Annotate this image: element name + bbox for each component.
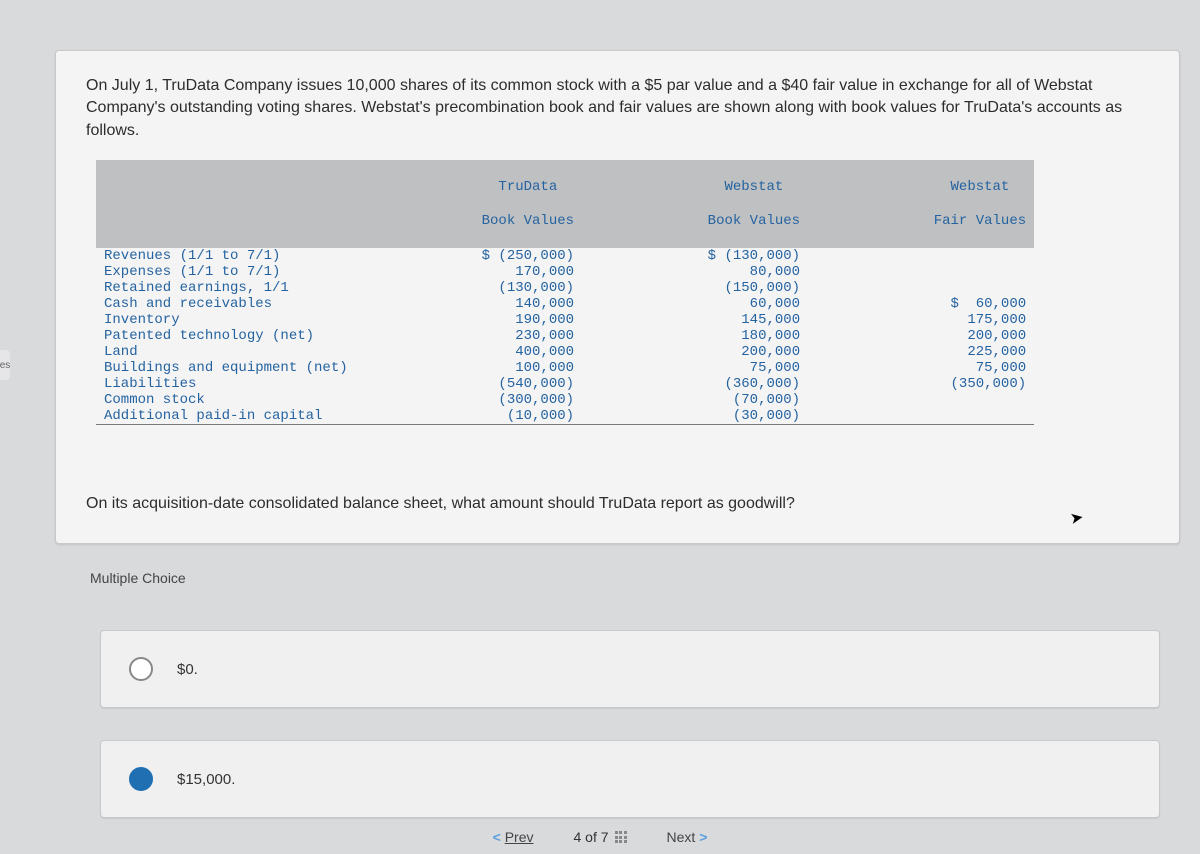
choice-a[interactable]: $0.: [100, 630, 1160, 708]
cell: 170,000: [356, 264, 582, 280]
table-row: Cash and receivables140,00060,000$ 60,00…: [96, 296, 1034, 312]
cell: $ (250,000): [356, 248, 582, 264]
cell: (360,000): [582, 376, 808, 392]
cell: 75,000: [808, 360, 1034, 376]
cell: 225,000: [808, 344, 1034, 360]
prev-button[interactable]: < Prev: [493, 829, 534, 845]
col-header-3-l1: Webstat: [951, 179, 1010, 195]
cell: (150,000): [582, 280, 808, 296]
cell: 60,000: [582, 296, 808, 312]
financial-table: TruData Book Values Webstat Book Values …: [96, 160, 1034, 454]
cell: 200,000: [582, 344, 808, 360]
question-prompt: On its acquisition-date consolidated bal…: [86, 495, 1149, 513]
cell: $ (130,000): [582, 248, 808, 264]
table-row: Retained earnings, 1/1(130,000)(150,000): [96, 280, 1034, 296]
nav-bar: < Prev 4 of 7 Next >: [0, 820, 1200, 854]
row-label: Patented technology (net): [96, 328, 356, 344]
page-count: 4 of 7: [573, 829, 626, 845]
row-label: Buildings and equipment (net): [96, 360, 356, 376]
table-spacer: [96, 425, 1034, 455]
cell: $ 60,000: [808, 296, 1034, 312]
cell: [808, 248, 1034, 264]
col-header-2: Webstat Book Values: [582, 160, 808, 248]
cell: (10,000): [356, 408, 582, 425]
choice-a-text: $0.: [177, 661, 198, 678]
question-intro: On July 1, TruData Company issues 10,000…: [86, 75, 1149, 142]
cell: (130,000): [356, 280, 582, 296]
radio-selected-icon[interactable]: [129, 767, 153, 791]
cell: 230,000: [356, 328, 582, 344]
cell: (350,000): [808, 376, 1034, 392]
row-label: Land: [96, 344, 356, 360]
question-card: On July 1, TruData Company issues 10,000…: [55, 50, 1180, 544]
cell: 75,000: [582, 360, 808, 376]
row-label: Expenses (1/1 to 7/1): [96, 264, 356, 280]
choice-b[interactable]: $15,000.: [100, 740, 1160, 818]
cell: [808, 264, 1034, 280]
table-row: Liabilities(540,000)(360,000)(350,000): [96, 376, 1034, 392]
cell: 190,000: [356, 312, 582, 328]
row-header-blank: [96, 160, 356, 248]
col-header-2-l1: Webstat: [724, 179, 783, 195]
prev-label: Prev: [505, 829, 534, 845]
row-label: Revenues (1/1 to 7/1): [96, 248, 356, 264]
choice-b-text: $15,000.: [177, 771, 235, 788]
radio-unselected-icon[interactable]: [129, 657, 153, 681]
table-row: Revenues (1/1 to 7/1)$ (250,000)$ (130,0…: [96, 248, 1034, 264]
left-tab-label: es: [0, 360, 10, 371]
table-row: Patented technology (net)230,000180,0002…: [96, 328, 1034, 344]
cell: (300,000): [356, 392, 582, 408]
left-tab: es: [0, 350, 10, 380]
cell: (30,000): [582, 408, 808, 425]
cell: 400,000: [356, 344, 582, 360]
multiple-choice-label: Multiple Choice: [90, 570, 186, 586]
next-button[interactable]: Next >: [667, 829, 708, 845]
table-row: Inventory190,000145,000175,000: [96, 312, 1034, 328]
chevron-right-icon: >: [699, 829, 707, 845]
next-label: Next: [667, 829, 696, 845]
cell: [808, 408, 1034, 425]
financial-table-wrap: TruData Book Values Webstat Book Values …: [96, 160, 1149, 454]
table-row: Expenses (1/1 to 7/1)170,00080,000: [96, 264, 1034, 280]
col-header-1-l2: Book Values: [482, 213, 574, 229]
row-label: Common stock: [96, 392, 356, 408]
col-header-3: Webstat Fair Values: [808, 160, 1034, 248]
grid-icon[interactable]: [615, 831, 627, 843]
cell: [808, 392, 1034, 408]
row-label: Cash and receivables: [96, 296, 356, 312]
table-row: Land400,000200,000225,000: [96, 344, 1034, 360]
chevron-left-icon: <: [493, 829, 501, 845]
page-root: es On July 1, TruData Company issues 10,…: [0, 0, 1200, 854]
cell: (70,000): [582, 392, 808, 408]
page-count-text: 4 of 7: [573, 829, 608, 845]
row-label: Additional paid-in capital: [96, 408, 356, 425]
col-header-3-l2: Fair Values: [934, 213, 1026, 229]
cell: 200,000: [808, 328, 1034, 344]
row-label: Inventory: [96, 312, 356, 328]
table-row: Common stock(300,000)(70,000): [96, 392, 1034, 408]
col-header-1-l1: TruData: [498, 179, 557, 195]
cell: 100,000: [356, 360, 582, 376]
cell: 180,000: [582, 328, 808, 344]
col-header-1: TruData Book Values: [356, 160, 582, 248]
cell: 145,000: [582, 312, 808, 328]
cell: 140,000: [356, 296, 582, 312]
cell: (540,000): [356, 376, 582, 392]
table-row: Buildings and equipment (net)100,00075,0…: [96, 360, 1034, 376]
cell: 80,000: [582, 264, 808, 280]
table-row: Additional paid-in capital(10,000)(30,00…: [96, 408, 1034, 425]
row-label: Retained earnings, 1/1: [96, 280, 356, 296]
col-header-2-l2: Book Values: [708, 213, 800, 229]
cell: 175,000: [808, 312, 1034, 328]
row-label: Liabilities: [96, 376, 356, 392]
cell: [808, 280, 1034, 296]
